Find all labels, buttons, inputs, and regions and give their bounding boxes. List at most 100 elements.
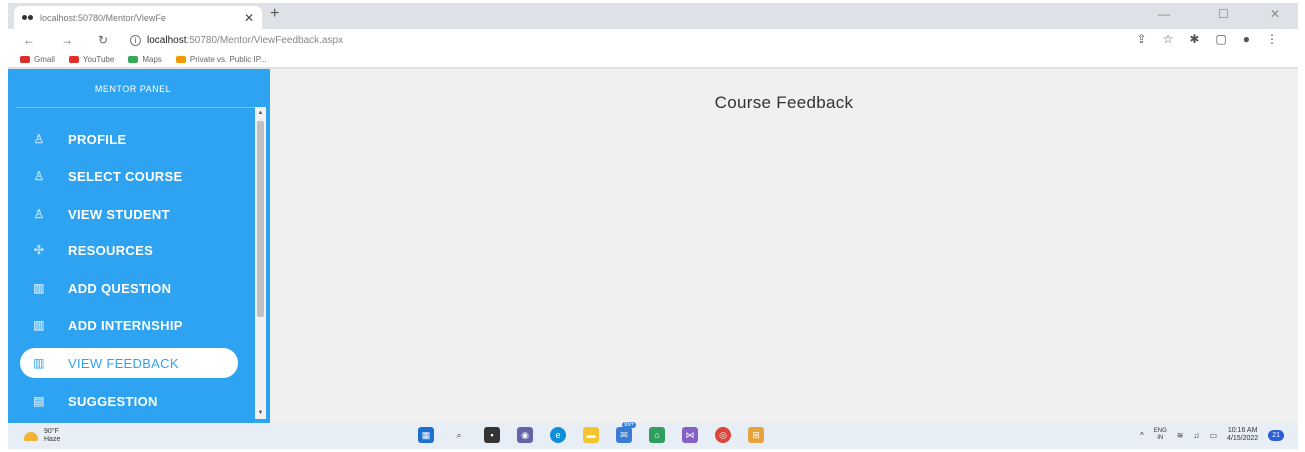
toolbar-actions: ⇪ ☆ ✱ ▢ ● ⋮ <box>1137 32 1278 46</box>
tab-strip: localhost:50780/Mentor/ViewFe ✕ + — ☐ ✕ <box>8 3 1298 29</box>
url-host: localhost <box>147 34 187 46</box>
url-path: :50780/Mentor/ViewFeedback.aspx <box>186 34 344 46</box>
page-content: MENTOR PANEL ♙ PROFILE ♙ SELECT COURSE ♙ VIEW… <box>8 69 1298 423</box>
forward-arrow-icon[interactable]: → <box>56 33 78 47</box>
chevron-up-icon[interactable]: ^ <box>1140 431 1144 440</box>
start-windows-icon[interactable]: ▦ <box>418 427 434 443</box>
minimize-button[interactable]: — <box>1158 7 1170 21</box>
sidebar-item-label: VIEW STUDENT <box>68 206 170 222</box>
bookmark-label: Gmail <box>34 54 55 64</box>
bookmark-icon <box>175 55 186 63</box>
task-view-icon[interactable]: ▪ <box>484 427 500 443</box>
map-icon: ▥ <box>33 318 45 332</box>
sidebar-item-suggestion[interactable]: ▤ SUGGESTION <box>20 386 238 416</box>
user-icon: ♙ <box>33 169 45 183</box>
bookmark-label: YouTube <box>82 54 115 64</box>
lang-code: ENG <box>1153 428 1167 434</box>
user-icon: ♙ <box>33 132 45 146</box>
bookmarks-bar: Gmail YouTube Maps Private vs. Public IP... <box>8 51 1298 67</box>
bookmark-item[interactable]: YouTube <box>68 54 115 64</box>
sidebar-item-label: ADD QUESTION <box>68 280 172 296</box>
sidebar-item-label: RESOURCES <box>68 242 154 258</box>
site-favicon-icon <box>22 14 34 22</box>
scroll-down-icon[interactable]: ▼ <box>255 407 266 419</box>
back-arrow-icon[interactable]: ← <box>18 33 40 47</box>
maps-icon <box>128 55 139 63</box>
lang-region: IN <box>1157 435 1164 441</box>
sidebar-item-label: ADD INTERNSHIP <box>68 317 183 333</box>
wifi-icon[interactable]: ≋ <box>1177 431 1184 440</box>
sidebar-item-view-student[interactable]: ♙ VIEW STUDENT <box>20 199 238 229</box>
scroll-up-icon[interactable]: ▲ <box>255 107 266 119</box>
new-tab-button[interactable]: + <box>270 5 279 23</box>
sidebar-item-resources[interactable]: ✣ RESOURCES <box>20 235 238 265</box>
panel-title: MENTOR PANEL <box>94 84 172 94</box>
divider <box>16 107 256 108</box>
side-panel-icon[interactable]: ▢ <box>1215 32 1226 46</box>
star-bookmark-icon[interactable]: ☆ <box>1163 32 1174 46</box>
clock-date: 4/15/2022 <box>1227 435 1259 442</box>
sidebar-item-label: SELECT COURSE <box>68 168 183 184</box>
clock[interactable]: 10:16 AM 4/15/2022 <box>1227 427 1258 443</box>
store-icon[interactable]: ⌂ <box>649 427 665 443</box>
taskbar: 90°F Haze ▦ ⌕ ▪ ◉ e ▬ ✉ 99+ ⌂ ⋈ ◎ ⊞ ^ ENG… <box>8 422 1298 449</box>
weather-icon <box>24 431 38 441</box>
sidebar-item-add-internship[interactable]: ▥ ADD INTERNSHIP <box>20 310 238 340</box>
sidebar-item-label: VIEW FEEDBACK <box>68 355 179 371</box>
gmail-icon <box>20 55 30 63</box>
system-tray: ^ ENG IN ≋ ♫ ▭ 10:16 AM 4/15/2022 21 <box>1140 427 1284 443</box>
notification-count[interactable]: 21 <box>1268 429 1284 441</box>
sidebar-item-profile[interactable]: ♙ PROFILE <box>20 124 238 154</box>
chat-icon[interactable]: ◉ <box>517 427 533 443</box>
reload-icon[interactable]: ↻ <box>92 33 114 47</box>
browser-tab[interactable]: localhost:50780/Mentor/ViewFe ✕ <box>14 6 262 29</box>
address-bar[interactable]: i localhost:50780/Mentor/ViewFeedback.as… <box>130 32 1080 48</box>
clock-time: 10:16 AM <box>1227 427 1258 434</box>
sidebar: MENTOR PANEL ♙ PROFILE ♙ SELECT COURSE ♙ VIEW… <box>8 69 270 423</box>
map-icon: ▥ <box>33 281 45 295</box>
chrome-icon[interactable]: ◎ <box>715 427 731 443</box>
search-icon[interactable]: ⌕ <box>451 427 467 443</box>
window-close-button[interactable]: ✕ <box>1270 7 1280 21</box>
sidebar-item-label: PROFILE <box>68 131 127 147</box>
sidebar-scrollbar[interactable]: ▲ ▼ <box>255 107 266 419</box>
share-icon[interactable]: ⇪ <box>1137 32 1147 46</box>
profile-avatar[interactable]: ● <box>1243 32 1250 46</box>
maximize-button[interactable]: ☐ <box>1218 7 1229 21</box>
tab-close-icon[interactable]: ✕ <box>244 11 254 25</box>
volume-icon[interactable]: ♫ <box>1193 431 1199 440</box>
weather-desc: Haze <box>44 436 61 443</box>
notification-badge: 99+ <box>622 422 637 428</box>
bookmark-item[interactable]: Gmail <box>20 55 55 64</box>
bookmark-item[interactable]: Private vs. Public IP... <box>175 54 267 64</box>
tab-title: localhost:50780/Mentor/ViewFe <box>40 12 166 23</box>
taskbar-apps: ▦ ⌕ ▪ ◉ e ▬ ✉ 99+ ⌂ ⋈ ◎ ⊞ <box>418 422 764 443</box>
page-title: Course Feedback <box>714 93 854 112</box>
language-indicator[interactable]: ENG IN <box>1154 428 1167 442</box>
file-explorer-icon[interactable]: ▬ <box>583 427 599 443</box>
bookmark-label: Private vs. Public IP... <box>189 54 267 64</box>
user-icon: ♙ <box>33 207 45 221</box>
visual-studio-icon[interactable]: ⋈ <box>682 427 698 443</box>
youtube-icon <box>68 55 79 63</box>
mail-icon[interactable]: ✉ 99+ <box>616 422 637 443</box>
map-icon: ▥ <box>33 356 45 370</box>
app-icon[interactable]: ⊞ <box>748 427 764 443</box>
bookmark-label: Maps <box>142 54 162 64</box>
sidebar-item-label: SUGGESTION <box>68 393 158 409</box>
battery-icon[interactable]: ▭ <box>1209 431 1217 440</box>
scroll-thumb[interactable] <box>257 121 264 317</box>
edge-browser-icon[interactable]: e <box>550 427 566 443</box>
extensions-icon[interactable]: ✱ <box>1189 32 1199 46</box>
atom-icon: ✣ <box>33 243 45 257</box>
sidebar-item-view-feedback[interactable]: ▥ VIEW FEEDBACK <box>20 348 238 378</box>
weather-widget[interactable]: 90°F Haze <box>24 428 60 444</box>
browser-toolbar: ← → ↻ i localhost:50780/Mentor/ViewFeedb… <box>8 29 1298 51</box>
site-info-icon[interactable]: i <box>130 34 141 46</box>
browser-window: localhost:50780/Mentor/ViewFe ✕ + — ☐ ✕ … <box>8 3 1298 449</box>
bookmark-item[interactable]: Maps <box>128 55 162 64</box>
sidebar-item-add-question[interactable]: ▥ ADD QUESTION <box>20 273 238 303</box>
menu-kebab-icon[interactable]: ⋮ <box>1266 32 1278 46</box>
weather-temp: 90°F <box>44 428 59 435</box>
sidebar-item-select-course[interactable]: ♙ SELECT COURSE <box>20 161 238 191</box>
